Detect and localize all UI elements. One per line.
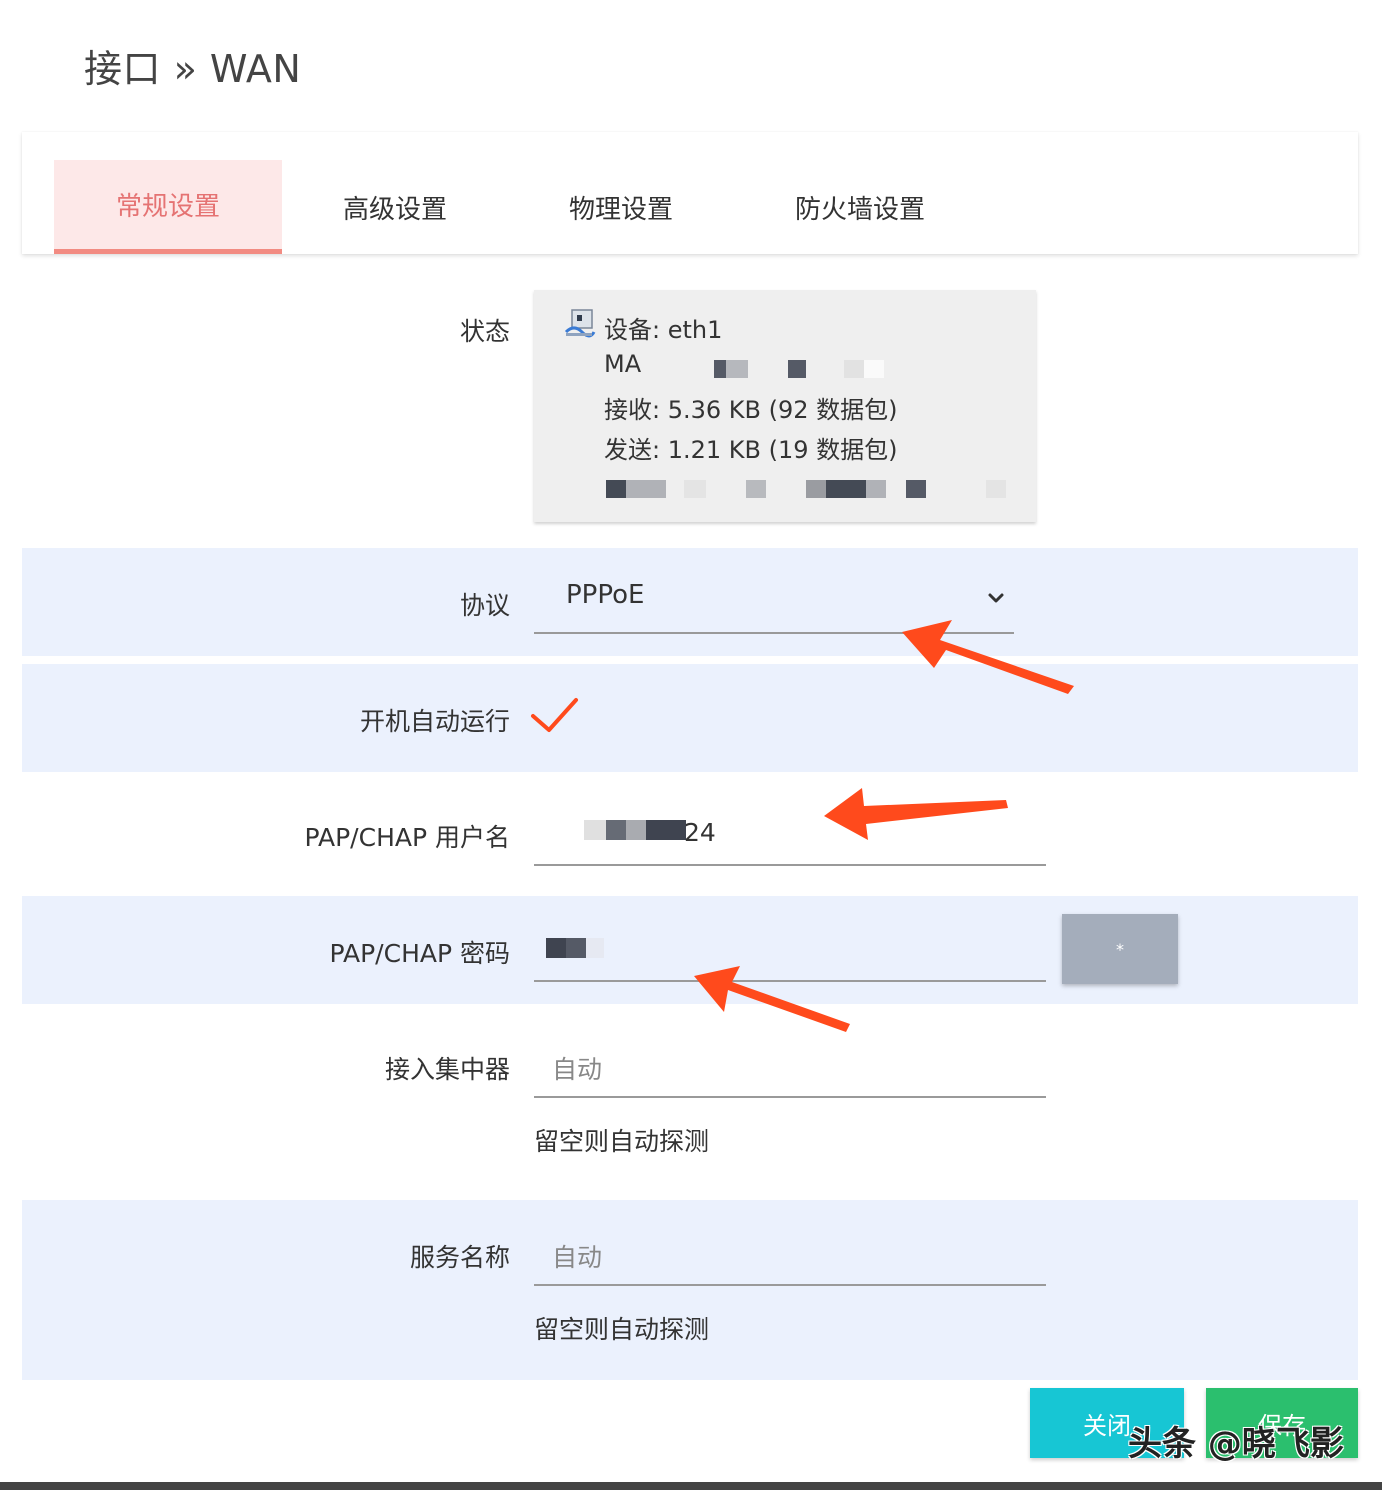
service-label: 服务名称 (409, 1243, 510, 1272)
watermark: 头条 @晓飞影 (1128, 1424, 1344, 1464)
concentrator-label: 接入集中器 (384, 1055, 510, 1084)
tab-general-settings[interactable]: 常规设置 (54, 160, 282, 254)
service-input[interactable]: 自动 (534, 1224, 1046, 1286)
page-title: 接口 » WAN (84, 47, 302, 91)
autostart-row (22, 664, 1358, 772)
protocol-value: PPPoE (566, 580, 645, 610)
username-label: PAP/CHAP 用户名 (304, 823, 510, 852)
status-mac: MA (604, 350, 642, 378)
status-rx: 接收: 5.36 KB (92 数据包) (604, 396, 898, 424)
bottom-bar (0, 1482, 1382, 1490)
status-panel: 设备: eth1 MA 接收: 5.36 KB (92 数据包) 发送: 1.2… (534, 290, 1036, 522)
concentrator-placeholder: 自动 (552, 1055, 603, 1084)
page: 接口 » WAN 常规设置 高级设置 物理设置 防火墙设置 状态 设备: eth… (0, 0, 1382, 1490)
reveal-password-button[interactable]: * (1062, 914, 1178, 984)
service-hint: 留空则自动探测 (534, 1315, 710, 1344)
tab-firewall-settings[interactable]: 防火墙设置 (734, 160, 986, 254)
password-label: PAP/CHAP 密码 (329, 939, 510, 968)
status-device: 设备: eth1 (604, 316, 723, 344)
checkmark-icon[interactable] (530, 696, 580, 736)
service-placeholder: 自动 (552, 1243, 603, 1272)
autostart-label: 开机自动运行 (359, 707, 510, 736)
tab-bar: 常规设置 高级设置 物理设置 防火墙设置 (22, 132, 1358, 254)
tab-physical-settings[interactable]: 物理设置 (508, 160, 734, 254)
username-input[interactable]: 24 (534, 804, 1046, 866)
chevron-down-icon (988, 593, 1004, 603)
status-label: 状态 (459, 317, 510, 346)
protocol-select[interactable]: PPPoE (534, 570, 1014, 634)
username-value: 24 (684, 818, 716, 847)
tab-advanced-settings[interactable]: 高级设置 (282, 160, 508, 254)
concentrator-input[interactable]: 自动 (534, 1036, 1046, 1098)
password-input[interactable] (534, 920, 1046, 982)
protocol-label: 协议 (459, 591, 510, 620)
status-tx: 发送: 1.21 KB (19 数据包) (604, 436, 898, 464)
network-device-icon (564, 309, 596, 338)
concentrator-hint: 留空则自动探测 (534, 1127, 710, 1156)
